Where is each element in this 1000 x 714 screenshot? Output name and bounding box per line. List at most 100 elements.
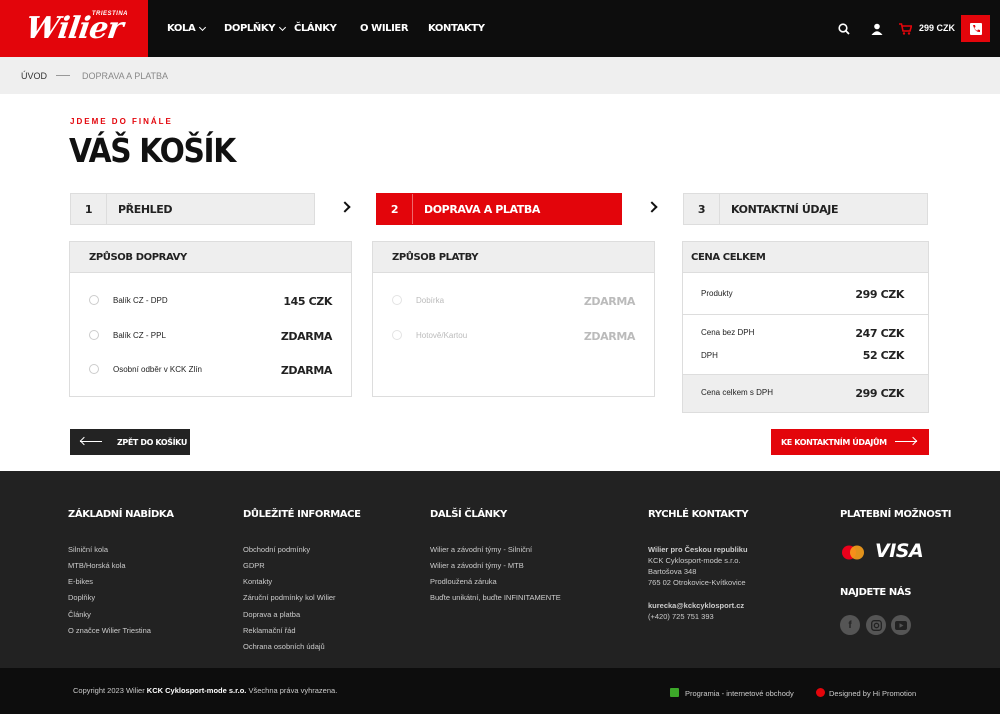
shipping-option-osobni-odber[interactable]: Osobní odběr v KCK Zlín <box>89 364 202 374</box>
footer-link[interactable]: E-bikes <box>68 577 93 586</box>
page-kicker: JDEME DO FINÁLE <box>70 117 173 126</box>
summary-panel-title: CENA CELKEM <box>683 242 928 273</box>
payment-option-hotove-kartou[interactable]: Hotově/Kartou <box>392 330 467 340</box>
facebook-icon[interactable]: f <box>840 615 860 635</box>
step-prehled[interactable]: 1 PŘEHLED <box>70 193 315 225</box>
option-price: ZDARMA <box>583 330 636 343</box>
footer-link[interactable]: Prodloužená záruka <box>430 577 497 586</box>
cart-icon[interactable] <box>899 0 912 57</box>
footer-heading-platebni-moznosti: PLATEBNÍ MOŽNOSTI <box>840 509 952 520</box>
copyright-company[interactable]: KCK Cyklosport-mode s.r.o. <box>147 686 247 695</box>
step-label: KONTAKTNÍ ÚDAJE <box>731 202 839 216</box>
nav-item-clanky[interactable]: ČLÁNKY <box>294 0 337 57</box>
contact-company: Wilier pro Českou republiku <box>648 545 748 554</box>
copyright: Copyright 2023 Wilier KCK Cyklosport-mod… <box>73 686 337 695</box>
breadcrumb-home[interactable]: ÚVOD <box>21 71 47 81</box>
footer-link[interactable]: GDPR <box>243 561 265 570</box>
shipping-option-ppl[interactable]: Balík CZ - PPL <box>89 330 166 340</box>
chevron-right-icon <box>646 201 658 213</box>
payment-panel: ZPŮSOB PLATBY Dobírka ZDARMA Hotově/Kart… <box>372 241 655 397</box>
chevron-down-icon <box>199 23 207 31</box>
footer-link[interactable]: Záruční podmínky kol Wilier <box>243 593 336 602</box>
option-price: 145 CZK <box>283 295 332 308</box>
option-label: Osobní odběr v KCK Zlín <box>113 364 202 374</box>
nav-label: O WILIER <box>360 23 409 34</box>
total-value: 299 CZK <box>855 387 904 400</box>
search-icon[interactable] <box>838 0 850 57</box>
step-label: PŘEHLED <box>118 202 173 216</box>
radio-button[interactable] <box>89 295 99 305</box>
shipping-option-dpd[interactable]: Balík CZ - DPD <box>89 295 168 305</box>
option-price: ZDARMA <box>583 295 636 308</box>
arrow-left-icon <box>80 441 102 442</box>
nav-item-doplnky[interactable]: DOPLŇKY <box>224 0 287 57</box>
back-to-cart-button[interactable]: ZPĚT DO KOŠÍKU <box>70 429 190 455</box>
footer-link[interactable]: O značce Wilier Triestina <box>68 626 151 635</box>
footer-link[interactable]: Obchodní podmínky <box>243 545 310 554</box>
footer-link[interactable]: Doplňky <box>68 593 95 602</box>
radio-button[interactable] <box>89 330 99 340</box>
chevron-right-icon <box>339 201 351 213</box>
nav-label: KOLA <box>167 23 196 34</box>
nav-item-kola[interactable]: KOLA <box>167 0 207 57</box>
breadcrumb: ÚVOD DOPRAVA A PLATBA <box>0 57 1000 94</box>
shipping-panel: ZPŮSOB DOPRAVY Balík CZ - DPD 145 CZK Ba… <box>69 241 352 397</box>
hi-promotion-link[interactable]: Designed by Hi Promotion <box>829 689 916 698</box>
radio-button[interactable] <box>392 330 402 340</box>
wilier-logo[interactable]: Wilier TRIESTINA <box>0 0 148 57</box>
mastercard-icon <box>842 545 864 560</box>
button-label: KE KONTAKTNÍM ÚDAJŮM <box>781 437 887 447</box>
footer-link[interactable]: Silniční kola <box>68 545 108 554</box>
footer-link[interactable]: MTB/Horská kola <box>68 561 126 570</box>
footer-link[interactable]: Kontakty <box>243 577 272 586</box>
divider <box>683 314 928 315</box>
copyright-text: Copyright 2023 Wilier <box>73 686 147 695</box>
price-without-vat-value: 247 CZK <box>855 327 904 340</box>
payment-option-dobirka[interactable]: Dobírka <box>392 295 444 305</box>
footer-link[interactable]: Buďte unikátní, buďte INFINITAMENTE <box>430 593 561 602</box>
programia-icon <box>670 688 679 697</box>
programia-link[interactable]: Programia - internetové obchody <box>685 689 794 698</box>
footer-heading-dalsi-clanky: DALŠÍ ČLÁNKY <box>430 509 507 520</box>
footer-link[interactable]: Reklamační řád <box>243 626 296 635</box>
step-number: 1 <box>71 194 107 224</box>
step-kontaktni-udaje[interactable]: 3 KONTAKTNÍ ÚDAJE <box>683 193 928 225</box>
vat-label: DPH <box>701 351 718 360</box>
hi-promotion-icon <box>816 688 825 697</box>
radio-button[interactable] <box>89 364 99 374</box>
nav-item-o-wilier[interactable]: O WILIER <box>360 0 409 57</box>
footer-heading-najdete-nas: NAJDETE NÁS <box>840 587 912 598</box>
footer-link[interactable]: Wilier a závodní týmy - MTB <box>430 561 524 570</box>
radio-button[interactable] <box>392 295 402 305</box>
instagram-icon[interactable] <box>866 615 886 635</box>
shipping-panel-title: ZPŮSOB DOPRAVY <box>70 242 351 273</box>
option-price: ZDARMA <box>280 330 333 343</box>
chevron-down-icon <box>279 23 287 31</box>
phone-button[interactable] <box>961 15 990 42</box>
summary-panel: CENA CELKEM Produkty 299 CZK Cena bez DP… <box>682 241 929 413</box>
total-row: Cena celkem s DPH 299 CZK <box>683 374 928 412</box>
user-icon[interactable] <box>871 0 883 57</box>
youtube-icon[interactable] <box>891 615 911 635</box>
continue-to-contact-button[interactable]: KE KONTAKTNÍM ÚDAJŮM <box>771 429 929 455</box>
page-title: VÁŠ KOŠÍK <box>69 131 236 170</box>
step-doprava-a-platba[interactable]: 2 DOPRAVA A PLATBA <box>376 193 622 225</box>
footer-link[interactable]: Ochrana osobních údajů <box>243 642 325 651</box>
contact-email[interactable]: kurecka@kckcyklosport.cz <box>648 600 744 612</box>
footer-link[interactable]: Články <box>68 610 91 619</box>
cart-total[interactable]: 299 CZK <box>919 23 955 33</box>
option-label: Hotově/Kartou <box>416 330 468 340</box>
footer-link[interactable]: Wilier a závodní týmy - Silniční <box>430 545 532 554</box>
footer-link[interactable]: Doprava a platba <box>243 610 300 619</box>
bottom-bar: Copyright 2023 Wilier KCK Cyklosport-mod… <box>0 668 1000 714</box>
option-label: Dobírka <box>416 295 445 305</box>
nav-label: ČLÁNKY <box>294 23 337 34</box>
step-number: 2 <box>377 194 413 224</box>
nav-item-kontakty[interactable]: KONTAKTY <box>428 0 485 57</box>
contact-line: 765 02 Otrokovice-Kvítkovice <box>648 578 746 587</box>
step-number: 3 <box>684 194 720 224</box>
contact-phone[interactable]: (+420) 725 751 393 <box>648 611 714 623</box>
option-price: ZDARMA <box>280 364 333 377</box>
price-without-vat-label: Cena bez DPH <box>701 328 755 337</box>
payment-panel-title: ZPŮSOB PLATBY <box>373 242 654 273</box>
